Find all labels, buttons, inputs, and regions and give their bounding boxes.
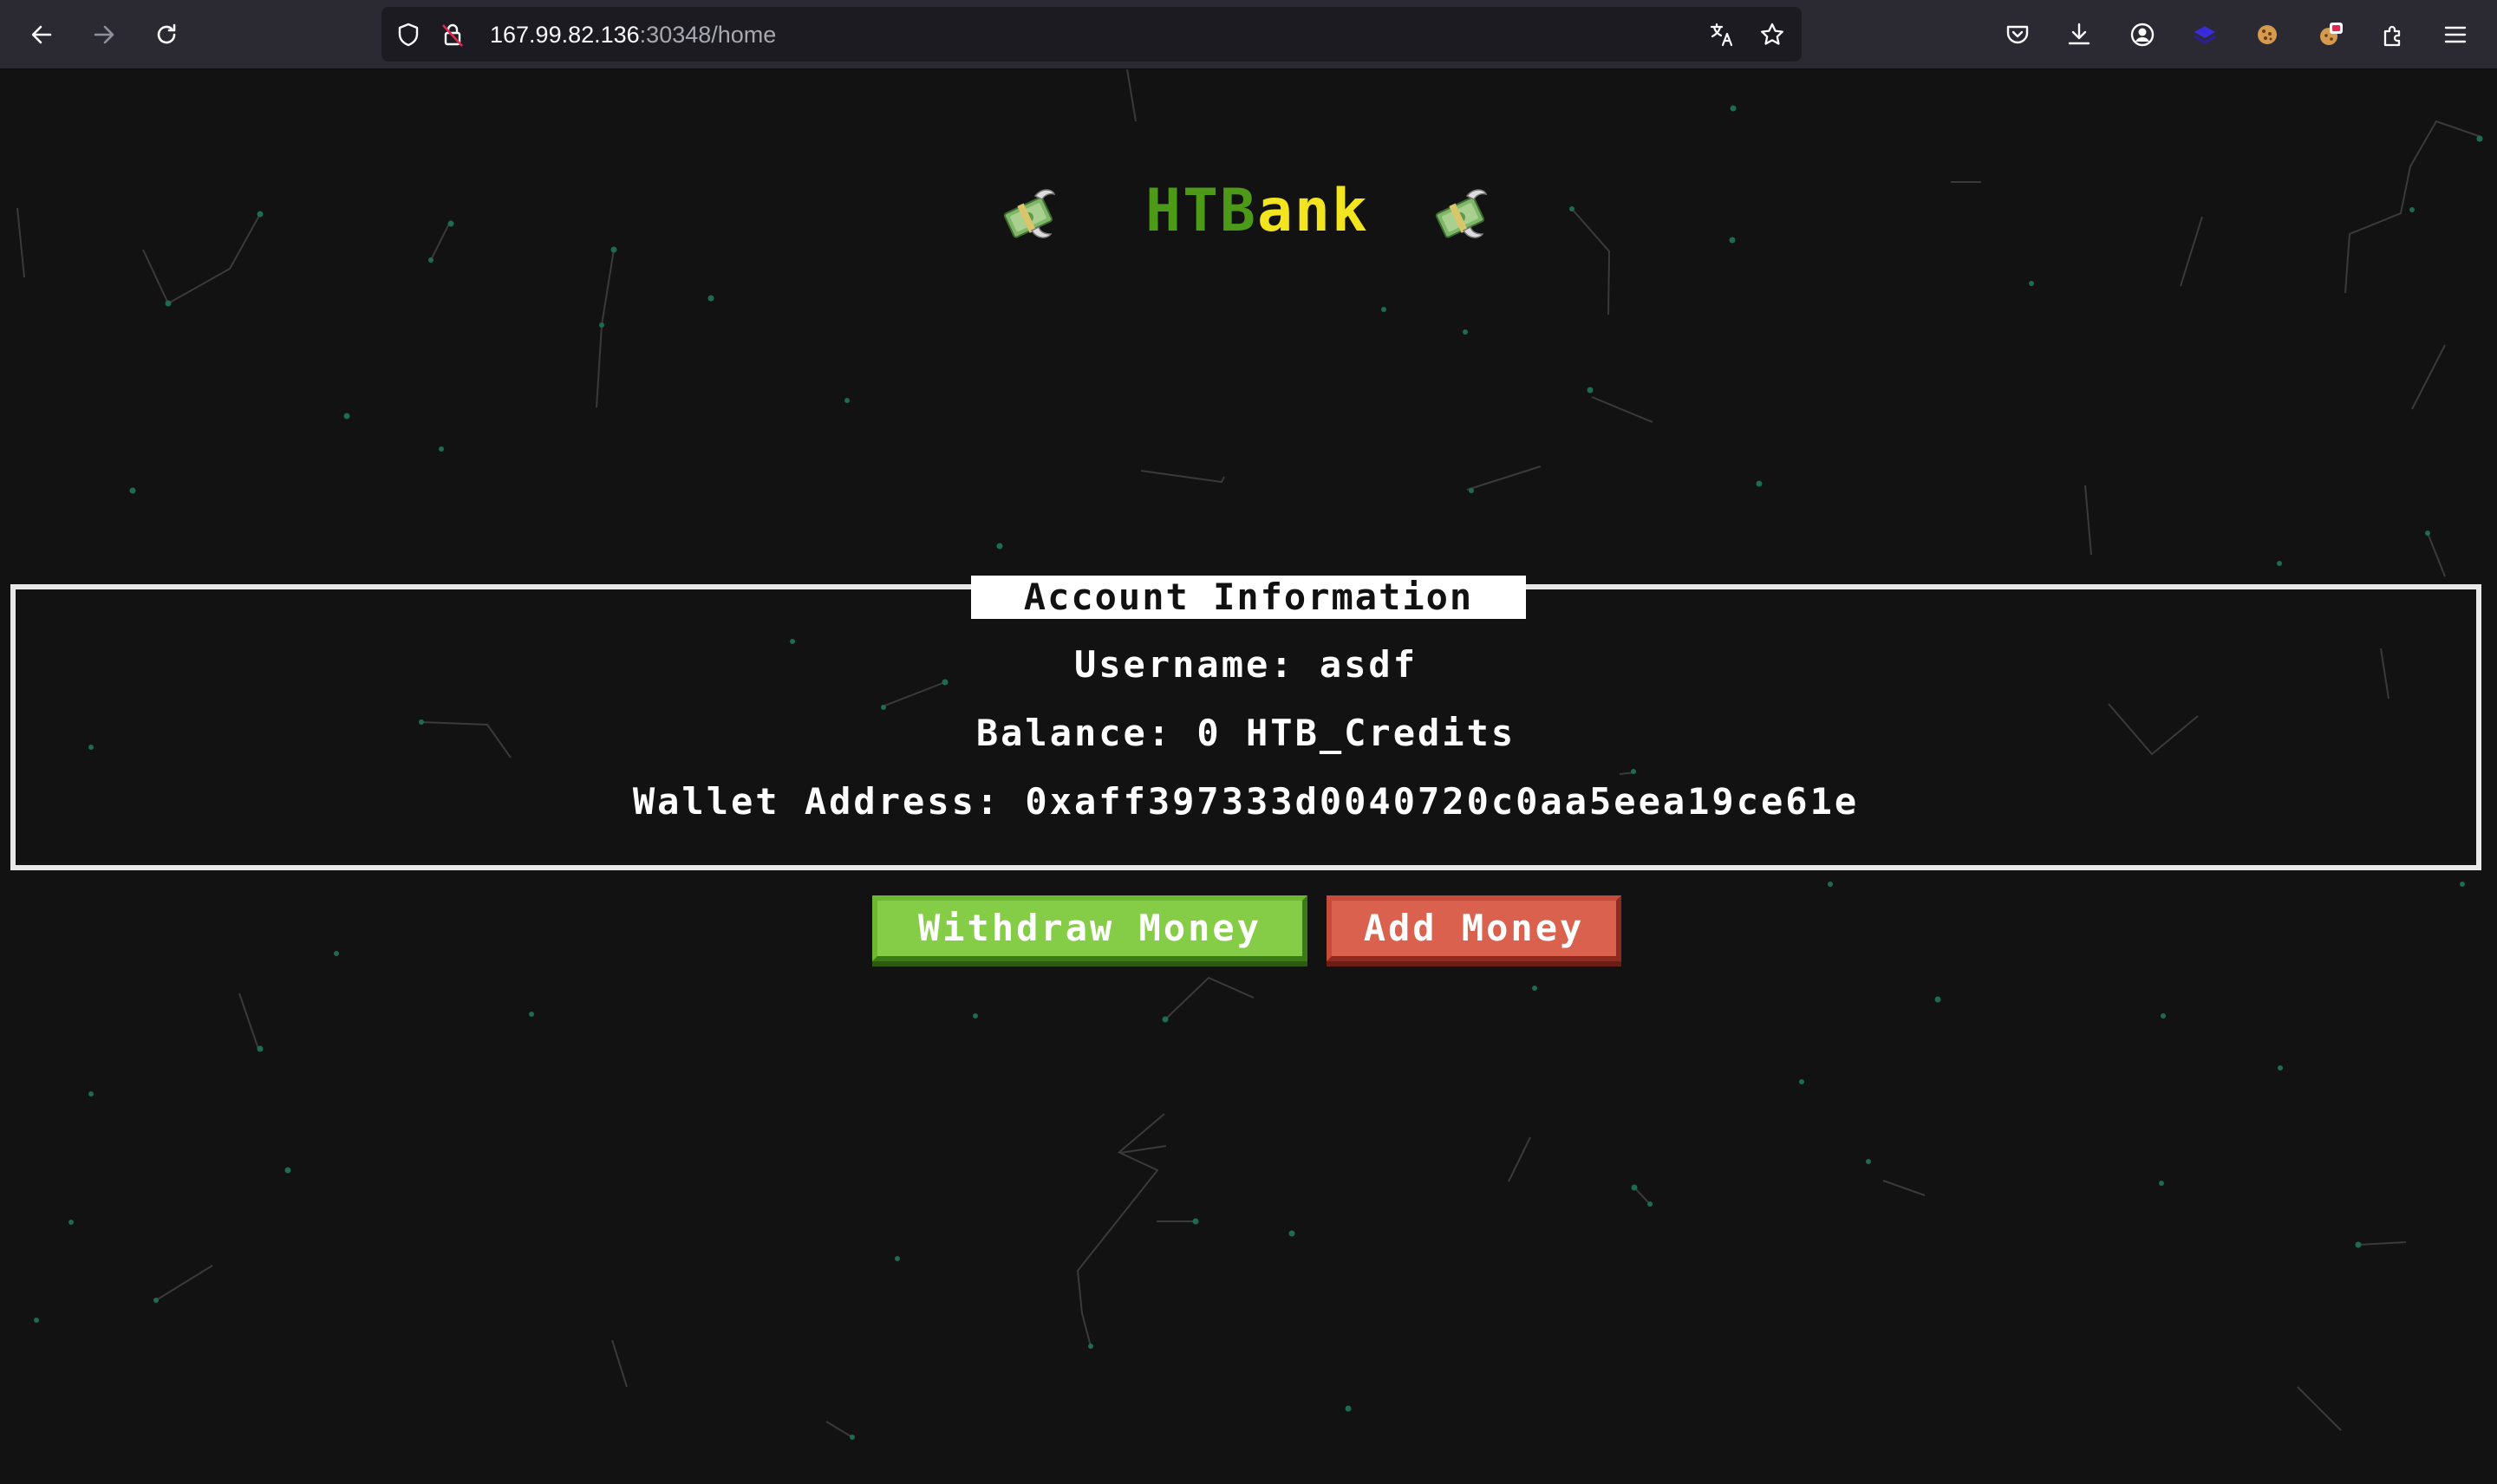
menu-icon	[2444, 26, 2467, 43]
back-button[interactable]	[23, 16, 61, 54]
username-line: Username: asdf	[1073, 643, 1418, 686]
cookie-icon	[2258, 25, 2277, 44]
extension-layers-button[interactable]	[2186, 16, 2224, 54]
balance-line: Balance: 0 HTB_Credits	[975, 712, 1516, 754]
money-with-wings-icon	[1435, 189, 1488, 238]
reload-button[interactable]	[147, 16, 186, 54]
browser-toolbar: 167.99.82.136:30348/home	[0, 0, 2497, 69]
title-ank: ank	[1257, 177, 1369, 245]
extension-layers-icon	[2194, 26, 2216, 44]
url-text[interactable]: 167.99.82.136:30348/home	[490, 22, 776, 48]
forward-icon	[94, 25, 114, 44]
address-bar[interactable]: 167.99.82.136:30348/home	[381, 7, 1802, 62]
back-icon	[31, 25, 52, 44]
withdraw-money-button[interactable]: Withdraw Money	[872, 895, 1307, 961]
downloads-button[interactable]	[2060, 16, 2098, 54]
lock-insecure-icon[interactable]	[439, 21, 466, 49]
extension-badge-icon	[2320, 23, 2343, 45]
url-host: 167.99.82.136	[490, 22, 640, 48]
money-with-wings-icon	[1003, 189, 1056, 238]
site-title: HTBank	[1120, 180, 1394, 243]
account-button[interactable]	[2123, 16, 2161, 54]
extensions-puzzle-icon	[2383, 25, 2401, 47]
brand-logo: HTBank	[997, 173, 1517, 251]
shield-icon[interactable]	[394, 21, 422, 49]
cookie-extension-button[interactable]	[2248, 16, 2286, 54]
badge-extension-button[interactable]	[2311, 16, 2350, 54]
reload-icon	[157, 23, 176, 44]
title-htb: HTB	[1145, 177, 1257, 245]
url-path: :30348/home	[639, 22, 777, 48]
download-icon	[2068, 23, 2090, 45]
forward-button[interactable]	[85, 16, 123, 54]
account-info-heading: Account Information	[971, 576, 1526, 619]
translate-icon[interactable]	[1708, 21, 1736, 49]
wallet-address-line: Wallet Address: 0xaff397333d0040720c0aa5…	[632, 780, 1860, 823]
extensions-button[interactable]	[2374, 16, 2412, 54]
pocket-icon	[2006, 25, 2029, 44]
pocket-button[interactable]	[1998, 16, 2037, 54]
app-menu-button[interactable]	[2436, 16, 2474, 54]
account-icon	[2130, 23, 2155, 47]
star-icon[interactable]	[1758, 21, 1786, 49]
add-money-button[interactable]: Add Money	[1327, 895, 1621, 961]
